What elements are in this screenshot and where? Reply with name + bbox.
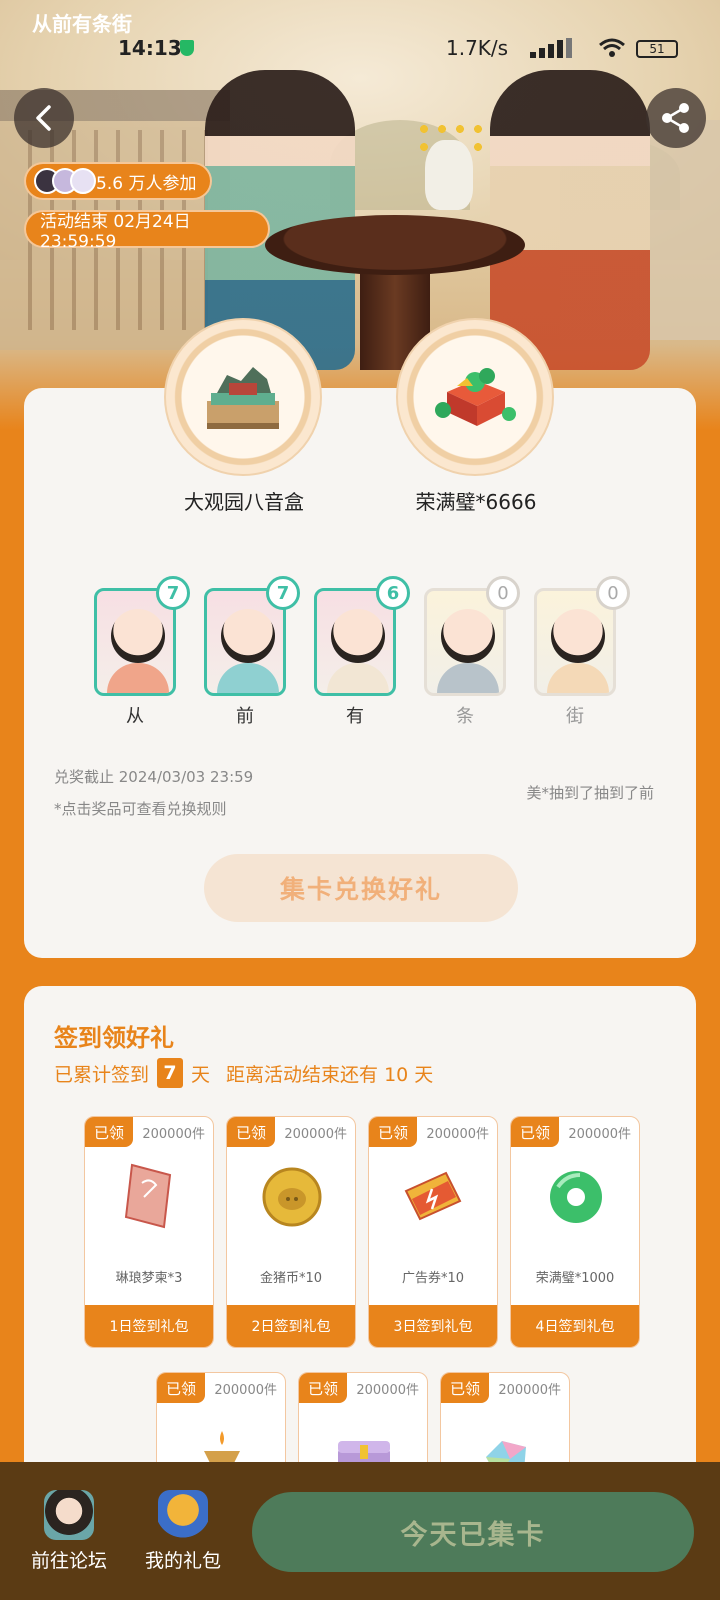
reward-day-3[interactable]: 已领 200000件 广告券*10 3日签到礼包 xyxy=(368,1116,498,1348)
redeem-note: *点击奖品可查看兑换规则 xyxy=(54,800,227,818)
jade-disc-icon xyxy=(550,1171,602,1223)
card-label: 有 xyxy=(346,706,364,727)
prize-name: 荣满璧*6666 xyxy=(415,490,537,514)
reward-qty: 200000件 xyxy=(498,1383,561,1398)
reward-qty: 200000件 xyxy=(142,1127,205,1142)
card-count-badge: 0 xyxy=(596,576,630,610)
signin-days: 7 xyxy=(157,1058,184,1088)
vase xyxy=(425,140,473,210)
reward-name: 广告券*10 xyxy=(401,1271,465,1286)
pig-coin-icon xyxy=(262,1167,322,1227)
participant-avatars xyxy=(34,168,96,194)
collect-card-qian[interactable]: 7 前 xyxy=(204,576,300,728)
claimed-tag: 已领 xyxy=(157,1373,205,1403)
card-count-badge: 6 xyxy=(376,576,410,610)
card-label: 条 xyxy=(456,706,474,727)
ad-coupon-icon xyxy=(404,1171,462,1221)
signin-prefix: 已累计签到 xyxy=(54,1063,150,1086)
signin-day-unit: 天 xyxy=(191,1063,211,1086)
card-count-badge: 0 xyxy=(486,576,520,610)
redeem-deadline: 兑奖截止 2024/03/03 23:59 xyxy=(54,768,254,786)
share-icon xyxy=(662,103,689,133)
shield-icon xyxy=(180,40,194,56)
card-label: 前 xyxy=(236,706,254,727)
activity-end-pill: 活动结束 02月24日 23:59:59 xyxy=(24,210,270,252)
collect-card-cong[interactable]: 7 从 xyxy=(94,576,190,728)
claimed-tag: 已领 xyxy=(299,1373,347,1403)
gift-bag-icon xyxy=(158,1490,208,1540)
reward-name: 金猪币*10 xyxy=(259,1271,323,1286)
signal-icon xyxy=(530,38,582,58)
collect-card-tiao[interactable]: 0 条 xyxy=(424,576,520,728)
reward-package: 2日签到礼包 xyxy=(227,1305,355,1347)
share-button[interactable] xyxy=(646,88,706,148)
prize-music-box[interactable] xyxy=(164,318,322,476)
reward-day-2[interactable]: 已领 200000件 金猪币*10 2日签到礼包 xyxy=(226,1116,356,1348)
signin-remaining: 距离活动结束还有 10 天 xyxy=(226,1063,434,1086)
jade-gift-icon xyxy=(435,368,516,426)
bottom-bar: 前往论坛 我的礼包 今天已集卡 xyxy=(0,1462,720,1600)
claimed-tag: 已领 xyxy=(511,1117,559,1147)
network-speed: 1.7K/s xyxy=(446,36,509,60)
reward-qty: 200000件 xyxy=(426,1127,489,1142)
tea-table xyxy=(265,215,525,275)
gift-label: 我的礼包 xyxy=(144,1550,221,1572)
participants-pill: 5.6 万人参加 xyxy=(24,162,213,200)
winner-ticker: 美*抽到了抽到了前 xyxy=(526,784,654,802)
exchange-button[interactable]: 集卡兑换好礼 xyxy=(204,854,518,922)
participants-count: 5.6 万人参加 xyxy=(96,173,197,194)
reward-package: 1日签到礼包 xyxy=(85,1305,213,1347)
collect-card-you[interactable]: 6 有 xyxy=(314,576,410,728)
battery-icon: 51 xyxy=(636,40,678,58)
reward-day-1[interactable]: 已领 200000件 琳琅梦柬*3 1日签到礼包 xyxy=(84,1116,214,1348)
claimed-tag: 已领 xyxy=(441,1373,489,1403)
card-count-badge: 7 xyxy=(266,576,300,610)
chevron-left-icon xyxy=(36,105,51,131)
music-box-icon xyxy=(207,367,279,429)
card-label: 街 xyxy=(566,706,584,727)
claimed-tag: 已领 xyxy=(369,1117,417,1147)
wifi-icon xyxy=(599,38,625,57)
collected-today-button[interactable]: 今天已集卡 xyxy=(252,1492,694,1572)
signin-summary: 已累计签到 7 天 距离活动结束还有 10 天 xyxy=(54,1058,433,1088)
reward-name: 荣满璧*1000 xyxy=(535,1271,615,1286)
reward-qty: 200000件 xyxy=(356,1383,419,1398)
reward-day-4[interactable]: 已领 200000件 荣满璧*1000 4日签到礼包 xyxy=(510,1116,640,1348)
reward-qty: 200000件 xyxy=(568,1127,631,1142)
status-time: 14:13 xyxy=(118,36,182,60)
signin-title: 签到领好礼 xyxy=(54,1024,174,1052)
app-logo: 从前有条街 xyxy=(32,12,132,36)
collect-card-jie[interactable]: 0 街 xyxy=(534,576,630,728)
reward-qty: 200000件 xyxy=(214,1383,277,1398)
reward-package: 3日签到礼包 xyxy=(369,1305,497,1347)
prize-jade[interactable] xyxy=(396,318,554,476)
claimed-tag: 已领 xyxy=(227,1117,275,1147)
my-gift-nav[interactable]: 我的礼包 xyxy=(138,1490,228,1573)
activity-end-text: 活动结束 02月24日 23:59:59 xyxy=(40,211,191,252)
reward-name: 琳琅梦柬*3 xyxy=(115,1271,183,1286)
reward-qty: 200000件 xyxy=(284,1127,347,1142)
collect-cards-row: 7 从 7 前 6 有 0 条 0 街 xyxy=(94,576,634,738)
ticket-icon xyxy=(124,1163,172,1229)
forum-avatar-icon xyxy=(44,1490,94,1540)
reward-package: 4日签到礼包 xyxy=(511,1305,639,1347)
prize-name: 大观园八音盒 xyxy=(184,490,304,514)
status-bar: 从前有条街 14:13 1.7K/s 51 xyxy=(0,12,720,66)
hero-character-right xyxy=(490,70,650,370)
back-button[interactable] xyxy=(14,88,74,148)
forum-nav[interactable]: 前往论坛 xyxy=(24,1490,114,1573)
card-label: 从 xyxy=(126,706,144,727)
card-count-badge: 7 xyxy=(156,576,190,610)
forum-label: 前往论坛 xyxy=(30,1550,107,1572)
claimed-tag: 已领 xyxy=(85,1117,133,1147)
